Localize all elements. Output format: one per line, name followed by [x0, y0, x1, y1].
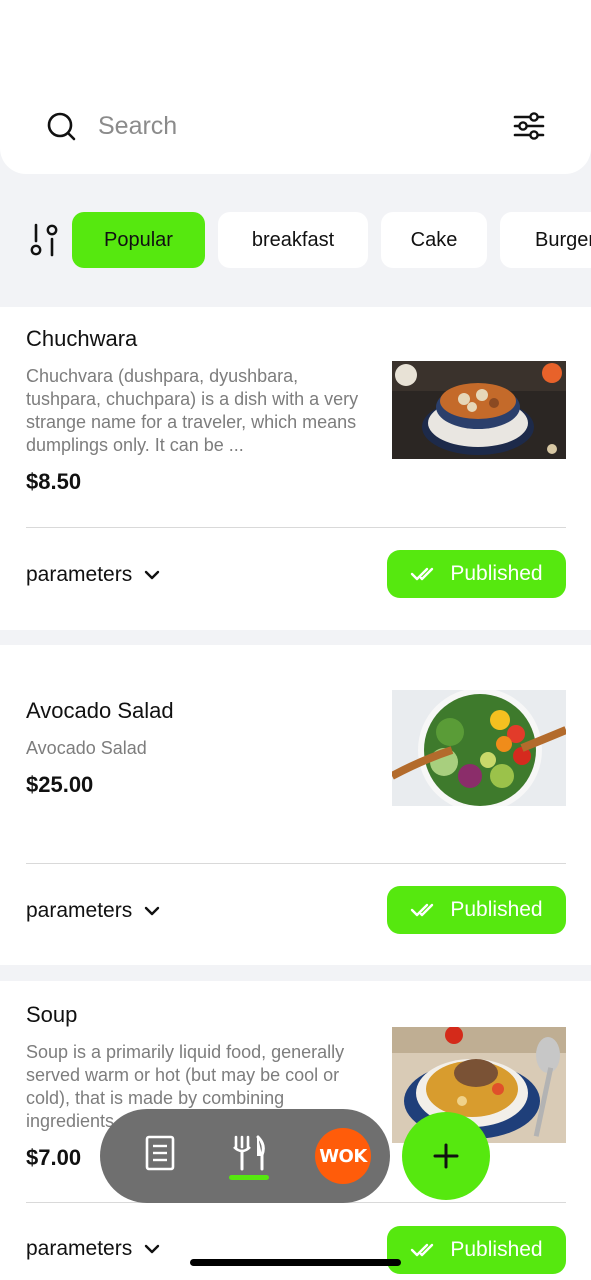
published-button[interactable]: Published [387, 886, 566, 934]
parameters-toggle[interactable]: parameters [26, 1237, 160, 1261]
item-title: Chuchwara [26, 326, 138, 351]
search-icon [47, 112, 76, 141]
parameters-label: parameters [26, 1237, 133, 1260]
item-description: Chuchvara (dushpara, dyushbara, tushpara… [26, 366, 359, 455]
item-price: $25.00 [26, 772, 94, 797]
menu-item-card[interactable]: Avocado Salad Avocado Salad $25.00 param… [0, 645, 591, 965]
plus-icon [433, 1143, 459, 1169]
double-check-icon [411, 903, 434, 917]
sort-icon[interactable] [28, 222, 62, 258]
category-chips: Popular breakfast Cake Burger [0, 210, 591, 270]
category-chip-cake[interactable]: Cake [381, 212, 487, 268]
divider [26, 527, 566, 528]
published-label: Published [450, 898, 543, 921]
home-indicator [190, 1259, 401, 1266]
chevron-down-icon [145, 1244, 160, 1254]
item-price: $8.50 [26, 469, 82, 494]
parameters-label: parameters [26, 899, 133, 922]
item-title: Soup [26, 1002, 78, 1027]
published-button[interactable]: Published [387, 550, 566, 598]
filter-icon[interactable] [511, 108, 547, 144]
category-chip-popular[interactable]: Popular [72, 212, 205, 268]
chevron-down-icon [145, 570, 160, 580]
published-label: Published [450, 1238, 543, 1261]
double-check-icon [411, 1243, 434, 1257]
published-label: Published [450, 562, 543, 585]
item-description: Avocado Salad [26, 738, 147, 758]
item-title: Avocado Salad [26, 698, 174, 723]
wok-logo[interactable]: WOK [315, 1128, 371, 1184]
item-price: $7.00 [26, 1145, 82, 1170]
item-image [392, 690, 566, 806]
search-input[interactable] [98, 104, 478, 148]
chevron-down-icon [145, 906, 160, 916]
category-chip-burger[interactable]: Burger [500, 212, 591, 268]
document-icon[interactable] [144, 1135, 176, 1171]
bottom-nav: WOK [100, 1109, 390, 1203]
parameters-toggle[interactable]: parameters [26, 899, 160, 923]
double-check-icon [411, 567, 434, 581]
parameters-toggle[interactable]: parameters [26, 563, 160, 587]
add-item-button[interactable] [402, 1112, 490, 1200]
menu-item-card[interactable]: Chuchwara Chuchvara (dushpara, dyushbara… [0, 307, 591, 630]
search-header [0, 0, 591, 174]
fork-knife-icon[interactable] [228, 1133, 270, 1181]
divider [26, 863, 566, 864]
category-chip-breakfast[interactable]: breakfast [218, 212, 368, 268]
parameters-label: parameters [26, 563, 133, 586]
published-button[interactable]: Published [387, 1226, 566, 1274]
item-image [392, 361, 566, 459]
